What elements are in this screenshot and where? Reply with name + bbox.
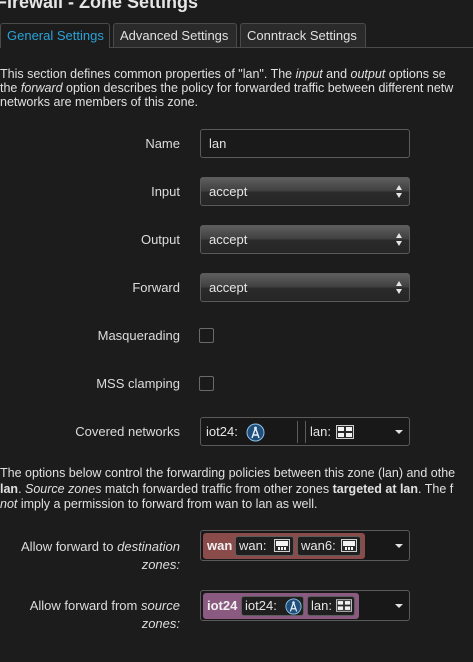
section-description-line-2: the forward option describes the policy … (0, 81, 473, 95)
chevron-down-icon (395, 544, 403, 548)
forward-dest-label-text: Allow forward to (21, 539, 118, 554)
tab-conntrack-settings[interactable]: Conntrack Settings (240, 23, 366, 47)
zone-badge-label: iot24 (207, 598, 238, 613)
name-input[interactable]: lan (200, 129, 410, 158)
network-chip-wan: wan: (235, 536, 294, 556)
ethernet-ports-icon (336, 599, 352, 612)
network-chip-label: wan6: (301, 538, 336, 553)
network-chip-label: lan: (310, 424, 331, 439)
output-select[interactable]: accept (200, 225, 410, 254)
desc-forward-term: forward (20, 81, 63, 95)
forward-src-select[interactable]: iot24 iot24: lan: (200, 590, 410, 621)
tab-advanced-settings[interactable]: Advanced Settings (113, 23, 237, 47)
forwarding-description-line-2: lan. Source zones match forwarded traffi… (0, 482, 473, 496)
forwarding-description-line-1: The options below control the forwarding… (0, 466, 456, 480)
forward-dest-select[interactable]: wan wan: wan6: (200, 530, 410, 561)
chevron-down-icon (395, 430, 403, 434)
desc-input-term: input (295, 67, 323, 81)
network-chip-label: wan: (239, 538, 267, 553)
forward-dest-label-term: destination (117, 539, 180, 554)
network-chip-label: iot24: (206, 424, 238, 439)
select-arrows-icon (396, 281, 403, 294)
covered-networks-select[interactable]: iot24: lan: (200, 417, 410, 446)
forward-select-value: accept (209, 280, 248, 295)
tab-general-settings[interactable]: General Settings (0, 23, 110, 48)
network-chip-iot24[interactable]: iot24: (202, 421, 298, 443)
forward-src-label: Allow forward from source zones: (30, 597, 180, 633)
zone-badge-wan[interactable]: wan wan: wan6: (203, 533, 365, 559)
input-select[interactable]: accept (200, 177, 410, 206)
desc-text: match forwarded traffic from other zones (101, 482, 333, 496)
forward-src-label-text: Allow forward from (29, 598, 141, 613)
desc-not-term: not (0, 497, 18, 511)
network-chip-lan[interactable]: lan: (305, 421, 361, 443)
section-description-line-3: networks are members of this zone. (0, 95, 198, 109)
input-select-value: accept (209, 184, 248, 199)
network-chip-lan: lan: (307, 596, 355, 616)
desc-lan-term: lan (0, 482, 19, 496)
wireless-icon (285, 598, 302, 615)
forward-dest-label-zones: zones: (141, 557, 180, 572)
select-arrows-icon (396, 185, 403, 198)
ethernet-icon (274, 539, 290, 552)
desc-text: . (18, 482, 26, 496)
output-label: Output (140, 232, 180, 247)
network-chip-wan6: wan6: (297, 536, 361, 556)
forward-src-label-term: source (140, 598, 180, 613)
network-chip-label: lan: (311, 598, 332, 613)
output-select-value: accept (209, 232, 248, 247)
forward-label: Forward (132, 280, 180, 295)
forward-src-label-zones: zones: (141, 616, 180, 631)
ethernet-ports-icon (336, 425, 354, 439)
desc-text: imply a permission to forward from wan t… (17, 497, 318, 511)
tab-bar: General Settings Advanced Settings Connt… (0, 23, 473, 48)
desc-text: options se (385, 67, 446, 81)
name-label: Name (145, 136, 180, 151)
zone-badge-label: wan (207, 538, 233, 553)
forward-select[interactable]: accept (200, 273, 410, 302)
zone-badge-iot24[interactable]: iot24 iot24: lan: (203, 593, 359, 619)
desc-source-zones-term: Source zones (25, 482, 102, 496)
masquerading-checkbox[interactable] (199, 328, 214, 343)
chevron-down-icon (395, 604, 403, 608)
select-arrows-icon (396, 233, 403, 246)
network-chip-label: iot24: (245, 598, 277, 613)
forward-dest-label: Allow forward to destination zones: (21, 538, 180, 574)
mss-clamping-label: MSS clamping (96, 376, 180, 391)
masquerading-label: Masquerading (97, 328, 180, 343)
desc-text: and (322, 67, 351, 81)
wireless-icon (246, 423, 265, 442)
desc-text: This section defines common properties o… (0, 67, 296, 81)
input-label: Input (151, 184, 180, 199)
network-chip-iot24: iot24: (241, 596, 304, 616)
mss-clamping-checkbox[interactable] (199, 376, 214, 391)
section-description-line-1: This section defines common properties o… (0, 67, 473, 81)
desc-targeted-term: targeted at lan (332, 482, 419, 496)
desc-text: . The f (418, 482, 454, 496)
forwarding-description-line-3: not imply a permission to forward from w… (0, 497, 473, 511)
covered-networks-label: Covered networks (75, 424, 180, 439)
page-title: Firewall - Zone Settings (0, 0, 199, 12)
desc-text: option describes the policy for forwarde… (62, 81, 454, 95)
desc-output-term: output (350, 67, 386, 81)
ethernet-icon (341, 539, 357, 552)
desc-text: the (0, 81, 21, 95)
